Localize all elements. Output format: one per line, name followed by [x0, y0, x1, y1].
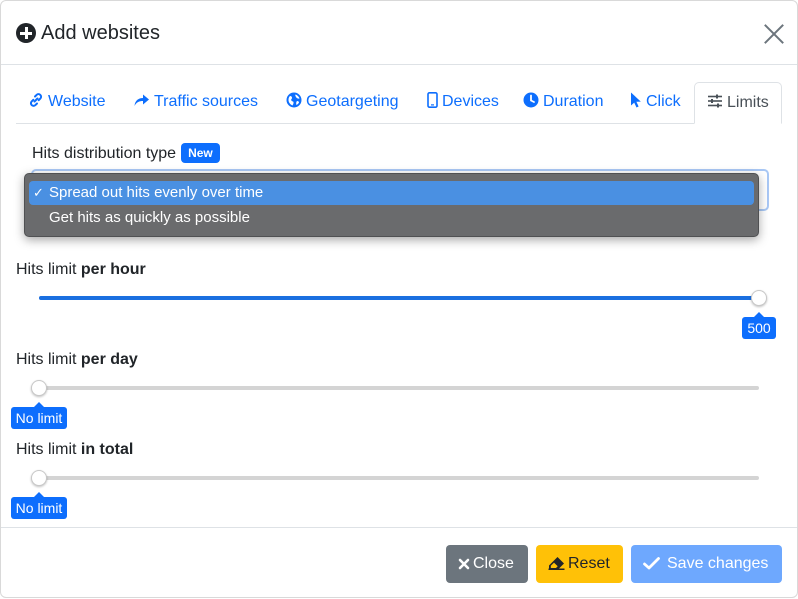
times-icon [458, 558, 470, 570]
globe-icon [286, 92, 302, 108]
modal-title: Add websites [41, 22, 160, 44]
slider-track[interactable] [39, 476, 759, 480]
tab-duration[interactable]: Duration [523, 82, 603, 124]
tab-label: Website [48, 93, 106, 110]
option-label: Spread out hits evenly over time [49, 184, 264, 201]
tab-label: Click [646, 93, 681, 110]
distribution-label: Hits distribution type [32, 145, 177, 162]
distribution-label-row: Hits distribution type New [32, 143, 220, 163]
slider-handle[interactable] [31, 470, 47, 486]
label-prefix: Hits limit [16, 441, 81, 458]
tab-label: Duration [543, 93, 604, 110]
tab-bar: Website Traffic sources Geotargeting Dev… [16, 82, 782, 124]
dropdown-option-quickly[interactable]: Get hits as quickly as possible [29, 206, 754, 230]
tab-devices[interactable]: Devices [427, 82, 499, 124]
tab-label: Traffic sources [154, 93, 259, 110]
label-bold: per hour [80, 261, 146, 278]
eraser-icon [548, 557, 565, 570]
tab-label: Limits [727, 94, 769, 111]
option-label: Get hits as quickly as possible [49, 209, 250, 226]
link-icon [29, 93, 43, 107]
label-bold: per day [80, 351, 138, 368]
cursor-icon [631, 92, 641, 108]
reset-button-label: Reset [568, 555, 610, 572]
save-changes-button[interactable]: Save changes [631, 545, 782, 583]
tab-limits[interactable]: Limits [694, 82, 782, 124]
check-icon [643, 557, 660, 570]
reset-button[interactable]: Reset [536, 545, 623, 583]
tab-click[interactable]: Click [630, 82, 681, 124]
slider-value-tooltip: 500 [742, 312, 776, 339]
slider-track[interactable] [39, 386, 759, 390]
slider-value-tooltip: No limit [10, 492, 68, 519]
slider-handle[interactable] [31, 380, 47, 396]
sliders-icon [708, 94, 722, 108]
tab-traffic-sources[interactable]: Traffic sources [133, 82, 258, 124]
plus-circle-icon [16, 23, 36, 43]
slider-handle[interactable] [751, 290, 767, 306]
per-hour-label: Hits limit per hour [16, 261, 146, 279]
save-button-label: Save changes [667, 555, 769, 572]
new-badge: New [181, 143, 220, 163]
distribution-dropdown-menu: ✓ Spread out hits evenly over time Get h… [24, 173, 759, 237]
modal-footer: Close Reset Save changes [1, 527, 797, 599]
tab-website[interactable]: Website [28, 82, 106, 124]
tab-label: Geotargeting [306, 93, 399, 110]
slider-fill [39, 296, 759, 300]
in-total-label: Hits limit in total [16, 441, 133, 459]
slider-track[interactable] [39, 296, 759, 300]
mobile-icon [427, 92, 438, 108]
tab-label: Devices [442, 93, 499, 110]
clock-icon [523, 92, 539, 108]
close-button-label: Close [473, 555, 514, 572]
label-bold: in total [80, 441, 134, 458]
tab-geotargeting[interactable]: Geotargeting [286, 82, 399, 124]
label-prefix: Hits limit [16, 261, 81, 278]
close-icon[interactable] [763, 23, 785, 45]
dropdown-option-spread-evenly[interactable]: ✓ Spread out hits evenly over time [29, 181, 754, 205]
slider-value-tooltip: No limit [10, 402, 68, 429]
modal-header: Add websites [1, 1, 797, 65]
per-day-label: Hits limit per day [16, 351, 138, 369]
check-icon: ✓ [33, 185, 44, 200]
close-button[interactable]: Close [446, 545, 528, 583]
add-websites-modal: Add websites Website Traffic sources Geo… [0, 0, 798, 598]
label-prefix: Hits limit [16, 351, 81, 368]
share-arrow-icon [134, 94, 149, 106]
